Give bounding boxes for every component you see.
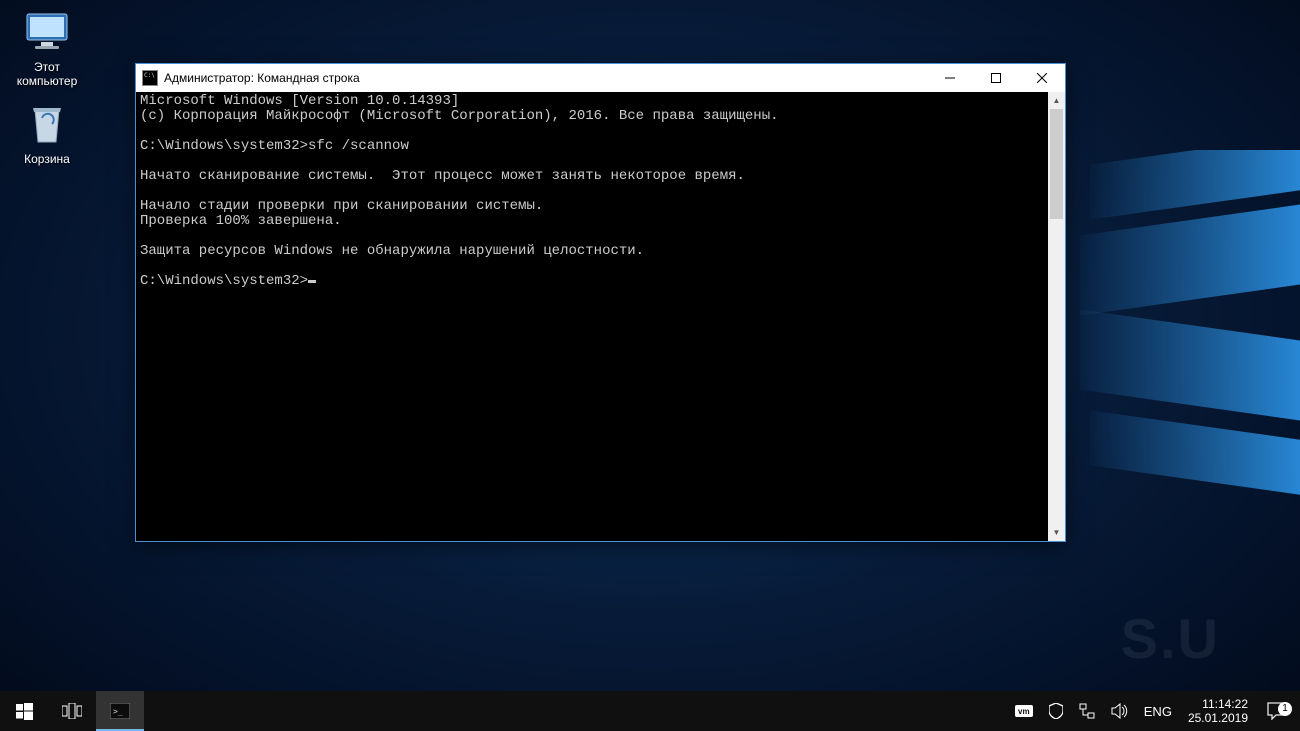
recycle-bin-icon [23, 100, 71, 148]
desktop-icon-this-pc[interactable]: Этот компьютер [8, 8, 86, 88]
desktop-icon-recycle-bin[interactable]: Корзина [8, 100, 86, 166]
action-center-button[interactable]: 1 [1256, 702, 1296, 720]
cmd-window: Администратор: Командная строка Microsof… [135, 63, 1066, 542]
svg-text:>_: >_ [113, 707, 123, 716]
taskbar: >_ vm ENG 11:14:22 25.01.2019 1 [0, 691, 1300, 731]
tray-network-icon[interactable] [1071, 691, 1103, 731]
notification-badge: 1 [1278, 702, 1292, 716]
maximize-button[interactable] [973, 64, 1019, 92]
tray-vm-icon[interactable]: vm [1007, 691, 1041, 731]
scroll-track[interactable] [1048, 109, 1065, 524]
titlebar[interactable]: Администратор: Командная строка [136, 64, 1065, 92]
desktop-icon-label: Этот компьютер [8, 60, 86, 88]
scroll-down-button[interactable]: ▼ [1048, 524, 1065, 541]
tray-clock[interactable]: 11:14:22 25.01.2019 [1180, 697, 1256, 725]
taskbar-app-cmd[interactable]: >_ [96, 691, 144, 731]
tray-volume-icon[interactable] [1103, 691, 1136, 731]
terminal-output[interactable]: Microsoft Windows [Version 10.0.14393] (… [136, 92, 1048, 541]
window-title: Администратор: Командная строка [164, 71, 360, 85]
vertical-scrollbar[interactable]: ▲ ▼ [1048, 92, 1065, 541]
cmd-icon [142, 70, 158, 86]
svg-text:vm: vm [1018, 707, 1030, 716]
scroll-thumb[interactable] [1050, 109, 1063, 219]
this-pc-icon [23, 8, 71, 56]
watermark: S.U [1121, 606, 1220, 671]
task-view-button[interactable] [48, 691, 96, 731]
desktop-icon-label: Корзина [8, 152, 86, 166]
windows-logo-background [1080, 150, 1300, 530]
scroll-up-button[interactable]: ▲ [1048, 92, 1065, 109]
tray-date: 25.01.2019 [1188, 711, 1248, 725]
minimize-button[interactable] [927, 64, 973, 92]
tray-time: 11:14:22 [1188, 697, 1248, 711]
tray-language[interactable]: ENG [1136, 691, 1180, 731]
close-button[interactable] [1019, 64, 1065, 92]
start-button[interactable] [0, 691, 48, 731]
terminal-cursor [308, 280, 316, 283]
tray-security-icon[interactable] [1041, 691, 1071, 731]
system-tray: vm ENG 11:14:22 25.01.2019 1 [1007, 691, 1300, 731]
